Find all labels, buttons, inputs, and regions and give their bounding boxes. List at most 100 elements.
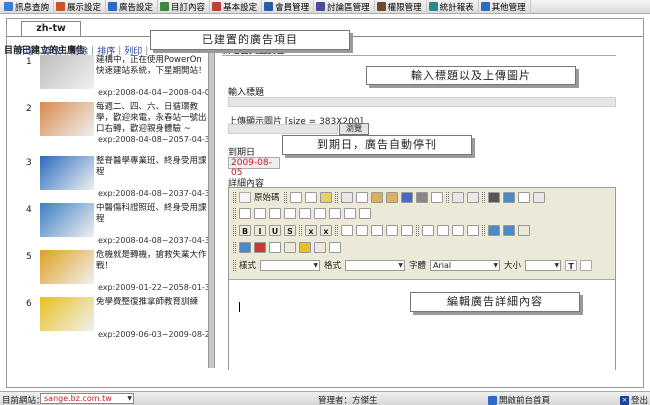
subscript-icon[interactable]: x [305,224,317,236]
open-frontpage-link[interactable]: 開啟前台首頁 [488,394,550,405]
ad-thumbnail [40,297,94,331]
paste-text-icon[interactable] [385,191,398,203]
browse-button[interactable]: 瀏覽 [339,123,369,135]
page-break-icon[interactable] [329,241,341,253]
replace-icon[interactable] [502,191,515,203]
table-icon[interactable] [269,241,281,253]
radio-icon[interactable] [269,207,281,219]
redo-icon[interactable] [466,191,479,203]
toolbar-grip [283,191,287,203]
menu-item-label: 統計報表 [439,2,474,13]
textfield-icon[interactable] [284,207,296,219]
indent-icon[interactable] [386,224,398,236]
menu-item-label: 展示設定 [67,2,102,13]
ad-number: 3 [26,158,32,168]
menu-item-label: 會員管理 [275,2,310,13]
align-left-icon[interactable] [422,224,434,236]
editor-toolbar: 原始碼 BIUSxx 樣式 格式 字體 Arial 大小 T [229,188,615,280]
align-right-icon[interactable] [452,224,464,236]
ad-description-line: 戰！ [96,261,114,271]
checkbox-icon[interactable] [254,207,266,219]
list-item[interactable]: 1 建構中，正在使用PowerOn 快速建站系統，下星期開站！ exp:2008-04… [4,55,215,101]
image-path-input[interactable] [228,124,338,134]
menu-item-label: 討論區管理 [327,2,370,13]
blockquote-icon[interactable] [401,224,413,236]
anchor-icon[interactable] [518,224,530,236]
list-item[interactable]: 4 中醫傷科證照班、終身受用課程 exp:2008-04-08~2037-04-30 [4,203,215,249]
bullet-list-icon[interactable] [356,224,368,236]
format-select[interactable] [345,259,406,271]
undo-icon[interactable] [451,191,464,203]
plus-icon [480,2,490,11]
list-item[interactable]: 5 危機就是轉機，搶救失業大作 戰！ exp:2009-01-22~2058-01-3… [4,250,215,296]
home-icon [488,395,497,405]
smiley-icon[interactable] [299,241,311,253]
italic-icon[interactable]: I [254,224,266,236]
member-icon [264,2,274,11]
menu-item-8[interactable]: 統計報表 [427,0,479,14]
preview-icon[interactable] [304,191,317,203]
menu-item-0[interactable]: 訊息查詢 [2,0,55,14]
new-page-icon[interactable] [289,191,302,203]
style-select[interactable] [260,259,321,271]
template-icon[interactable] [319,191,332,203]
separator: | [145,45,149,56]
remove-format-icon[interactable] [532,191,545,203]
align-center-icon[interactable] [437,224,449,236]
tab-zh-tw[interactable]: zh-tw [21,21,81,36]
button-field-icon[interactable] [329,207,341,219]
size-select[interactable] [525,259,562,271]
numbered-list-icon[interactable] [341,224,353,236]
toolbar-grip [233,241,236,253]
list-item[interactable]: 6 免學費整復推拿師教育訓練 exp:2009-06-03~2009-08-20 [4,297,215,343]
select-all-icon[interactable] [517,191,530,203]
menu-item-4[interactable]: 基本設定 [210,0,263,14]
logout-link[interactable]: × 登出 [620,394,648,405]
cut-icon[interactable] [340,191,353,203]
list-item[interactable]: 2 每週二、四、六、日循環教 學，歡迎來電，永春站一號出 口右轉，歡迎親身體驗 ~ ex… [4,102,215,148]
menu-item-2[interactable]: 廣告設定 [106,0,159,14]
menu-item-7[interactable]: 權限管理 [375,0,427,14]
panel-divider[interactable] [208,40,215,368]
source-icon[interactable] [239,191,251,203]
ad-thumbnail [40,102,94,136]
menu-item-6[interactable]: 討論區管理 [314,0,375,14]
paste-word-icon[interactable] [400,191,413,203]
form-icon[interactable] [239,207,251,219]
unlink-icon[interactable] [503,224,515,236]
title-input[interactable] [228,97,616,107]
special-char-icon[interactable] [314,241,326,253]
text-color-icon[interactable]: T [565,259,578,271]
underline-icon[interactable]: U [269,224,281,236]
font-select[interactable]: Arial [430,259,501,271]
hidden-field-icon[interactable] [359,207,371,219]
textarea-icon[interactable] [299,207,311,219]
bg-color-icon[interactable] [580,259,593,271]
menu-item-5[interactable]: 會員管理 [262,0,315,14]
superscript-icon[interactable]: x [320,224,332,236]
expire-date-input[interactable]: 2009-08-05 [228,157,280,178]
outdent-icon[interactable] [371,224,383,236]
link-icon[interactable] [488,224,500,236]
spellcheck-icon[interactable] [430,191,443,203]
bold-icon[interactable]: B [239,224,251,236]
callout-upload: 輸入標題以及上傳圖片 [366,66,576,85]
paste-icon[interactable] [370,191,383,203]
source-button[interactable]: 原始碼 [254,191,280,203]
site-select[interactable]: sange.bz.com.tw [40,393,134,404]
horizontal-rule-icon[interactable] [284,241,296,253]
select-field-icon[interactable] [314,207,326,219]
menu-item-9[interactable]: 其他管理 [479,0,531,14]
find-icon[interactable] [487,191,500,203]
justify-icon[interactable] [467,224,479,236]
copy-icon[interactable] [355,191,368,203]
print-icon[interactable] [415,191,428,203]
toolbar-grip [416,224,419,236]
flash-icon[interactable] [254,241,266,253]
list-item[interactable]: 3 整脊醫學專業班、終身受用課程 exp:2008-04-08~2037-04-30 [4,156,215,202]
strike-icon[interactable]: S [284,224,296,236]
menu-item-1[interactable]: 展示設定 [54,0,107,14]
image-icon[interactable] [239,241,251,253]
image-button-icon[interactable] [344,207,356,219]
menu-item-3[interactable]: 目訂內容 [158,0,211,14]
